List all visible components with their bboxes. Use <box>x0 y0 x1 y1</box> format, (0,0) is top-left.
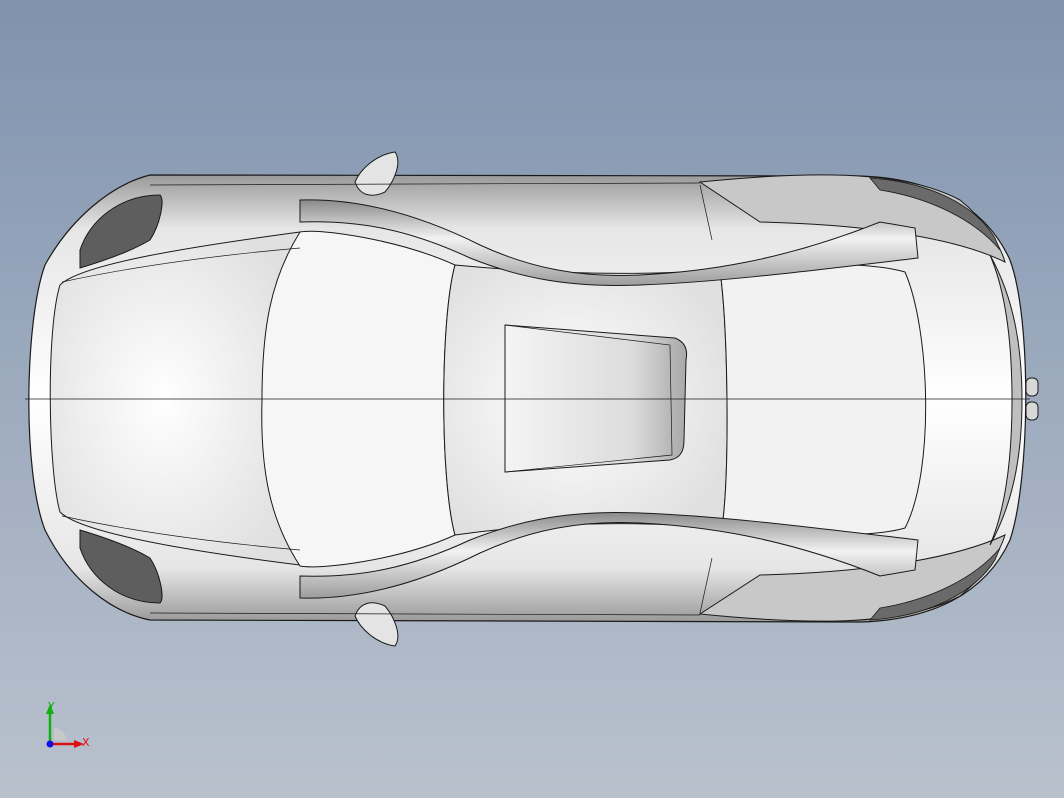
x-axis-label: X <box>82 736 90 749</box>
coordinate-triad: X Y <box>40 698 100 758</box>
car-model-top-view[interactable] <box>0 0 1064 798</box>
rear-deck <box>719 263 927 536</box>
graphics-viewport[interactable]: X Y <box>0 0 1064 798</box>
y-axis-label: Y <box>48 700 55 713</box>
exhaust-tip-upper <box>1025 377 1039 397</box>
exhaust-tip-lower <box>1025 401 1039 421</box>
roof-scoop <box>504 324 688 473</box>
